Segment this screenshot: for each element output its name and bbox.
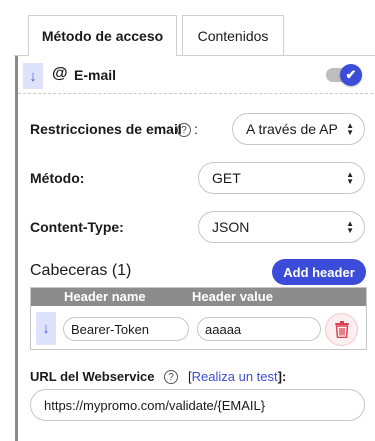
tab-contents-label: Contenidos <box>197 27 269 44</box>
help-icon[interactable]: ? <box>177 123 191 137</box>
arrow-down-icon[interactable]: ↓ <box>36 312 56 345</box>
content-type-value: JSON <box>212 219 250 235</box>
method-select[interactable]: GET ▲ ▼ <box>198 162 365 194</box>
test-link-wrapper: [Realiza un test]: <box>188 369 287 384</box>
trash-icon <box>334 321 349 338</box>
tab-access-method[interactable]: Método de acceso <box>28 15 177 56</box>
add-header-label: Add header <box>283 264 355 280</box>
at-icon: @ <box>52 65 68 82</box>
tab-access-method-label: Método de acceso <box>41 28 164 44</box>
restrictions-value: A través de AP <box>246 121 338 137</box>
column-header-value: Header value <box>192 289 273 304</box>
delete-row-button[interactable] <box>325 313 358 346</box>
webservice-url-input[interactable]: https://mypromo.com/validate/{EMAIL} <box>30 389 365 421</box>
content-type-label: Content-Type: <box>30 219 124 235</box>
arrow-down-icon[interactable]: ↓ <box>23 63 43 89</box>
restrictions-colon: : <box>194 121 198 137</box>
select-arrows-icon: ▲ ▼ <box>346 170 354 186</box>
header-name-input[interactable]: Bearer-Token <box>63 317 189 341</box>
add-header-button[interactable]: Add header <box>272 259 366 285</box>
check-icon[interactable]: ✔ <box>340 64 362 86</box>
header-value-input[interactable]: aaaaa <box>197 317 321 341</box>
headers-title: Cabeceras (1) <box>30 262 132 279</box>
method-value: GET <box>212 170 241 186</box>
tab-contents[interactable]: Contenidos <box>182 15 284 55</box>
headers-table-head: Header name Header value <box>31 288 366 306</box>
test-webservice-link[interactable]: Realiza un test <box>192 369 278 384</box>
column-header-name: Header name <box>64 289 146 304</box>
help-icon[interactable]: ? <box>164 370 178 384</box>
select-arrows-icon: ▲ ▼ <box>346 219 354 235</box>
content-type-select[interactable]: JSON ▲ ▼ <box>198 211 365 243</box>
restrictions-label: Restricciones de email <box>30 121 182 137</box>
method-header: ↓ @ E-mail ✔ <box>18 56 375 94</box>
webservice-label: URL del Webservice <box>30 369 155 384</box>
restrictions-select[interactable]: A través de AP ▲ ▼ <box>232 113 365 145</box>
access-method-panel: ↓ @ E-mail ✔ Restricciones de email ? : … <box>15 56 375 441</box>
method-label: Método: <box>30 170 85 186</box>
method-title: E-mail <box>74 67 117 83</box>
headers-table: Header name Header value ↓ Bearer-Token … <box>30 287 367 350</box>
select-arrows-icon: ▲ ▼ <box>346 121 354 137</box>
